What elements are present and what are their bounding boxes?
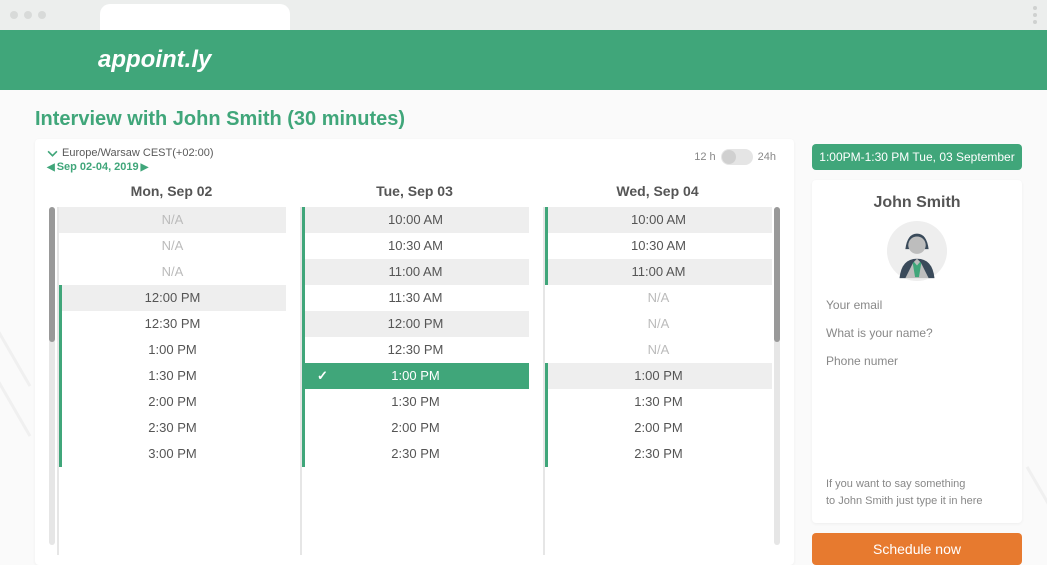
window-dot — [10, 11, 18, 19]
time-slot[interactable]: 2:00 PM — [300, 415, 529, 441]
selection-summary: 1:00PM-1:30 PM Tue, 03 September — [812, 144, 1022, 170]
hour-12-label: 12 h — [694, 151, 715, 163]
time-slot[interactable]: 12:00 PM — [57, 285, 286, 311]
app-logo: appoint.ly — [98, 46, 211, 74]
check-icon: ✓ — [317, 363, 328, 389]
time-slot[interactable]: 2:30 PM — [543, 441, 772, 467]
page-title: Interview with John Smith (30 minutes) — [35, 108, 794, 131]
notes-field[interactable]: If you want to say something to John Smi… — [826, 476, 1008, 509]
time-slot[interactable]: 11:00 AM — [300, 259, 529, 285]
scrollbar-right[interactable] — [774, 207, 780, 545]
time-slot[interactable]: 1:00 PM — [57, 337, 286, 363]
time-slot[interactable]: 1:30 PM — [300, 389, 529, 415]
time-slot-unavailable: N/A — [59, 207, 286, 233]
time-slot[interactable]: 12:00 PM — [300, 311, 529, 337]
host-name: John Smith — [826, 194, 1008, 212]
chevron-down-icon — [47, 148, 58, 159]
time-slot[interactable]: 2:30 PM — [57, 415, 286, 441]
time-slot[interactable]: 1:30 PM — [57, 363, 286, 389]
kebab-menu-icon[interactable] — [1033, 6, 1037, 24]
window-dot — [38, 11, 46, 19]
time-slot-unavailable: N/A — [545, 337, 772, 363]
timezone-selector[interactable]: Europe/Warsaw CEST(+02:00) — [47, 147, 782, 159]
day-column: Tue, Sep 0310:00 AM10:30 AM11:00 AM11:30… — [300, 177, 529, 555]
time-slot[interactable]: 3:00 PM — [57, 441, 286, 467]
email-field[interactable]: Your email — [826, 298, 1008, 312]
host-avatar — [826, 220, 1008, 282]
phone-field[interactable]: Phone numer — [826, 354, 1008, 368]
time-slot[interactable]: 12:30 PM — [57, 311, 286, 337]
schedule-button[interactable]: Schedule now — [812, 533, 1022, 565]
app-header: appoint.ly — [0, 30, 1047, 90]
time-slot-unavailable: N/A — [545, 311, 772, 337]
timezone-label: Europe/Warsaw CEST(+02:00) — [62, 147, 214, 159]
time-slot[interactable]: 1:00 PM — [543, 363, 772, 389]
hour-24-label: 24h — [758, 151, 776, 163]
name-field[interactable]: What is your name? — [826, 326, 1008, 340]
day-column: Wed, Sep 0410:00 AM10:30 AM11:00 AMN/AN/… — [543, 177, 772, 555]
time-slot-unavailable: N/A — [545, 285, 772, 311]
booking-form: John Smith Your email What is your name?… — [812, 180, 1022, 523]
time-slot[interactable]: 10:30 AM — [300, 233, 529, 259]
browser-chrome — [0, 0, 1047, 30]
time-slot-unavailable: N/A — [59, 259, 286, 285]
time-slot-unavailable: N/A — [59, 233, 286, 259]
time-slot[interactable]: 10:00 AM — [543, 207, 772, 233]
time-slot[interactable]: 2:30 PM — [300, 441, 529, 467]
window-dot — [24, 11, 32, 19]
day-header: Wed, Sep 04 — [543, 177, 772, 207]
time-slot[interactable]: ✓1:00 PM — [300, 363, 529, 389]
time-slot[interactable]: 11:00 AM — [543, 259, 772, 285]
next-week-icon[interactable]: ▶ — [141, 162, 149, 173]
hour-format-toggle[interactable] — [721, 149, 753, 165]
avatar-icon — [886, 220, 948, 282]
scrollbar-left[interactable] — [49, 207, 55, 545]
time-slot[interactable]: 10:30 AM — [543, 233, 772, 259]
time-slot[interactable]: 11:30 AM — [300, 285, 529, 311]
day-column: Mon, Sep 02N/AN/AN/A12:00 PM12:30 PM1:00… — [57, 177, 286, 555]
time-slot[interactable]: 12:30 PM — [300, 337, 529, 363]
time-slot[interactable]: 2:00 PM — [543, 415, 772, 441]
time-slot[interactable]: 2:00 PM — [57, 389, 286, 415]
time-slot[interactable]: 1:30 PM — [543, 389, 772, 415]
date-range-nav: ◀ Sep 02-04, 2019 ▶ — [47, 161, 782, 173]
prev-week-icon[interactable]: ◀ — [47, 162, 55, 173]
schedule-card: Europe/Warsaw CEST(+02:00) ◀ Sep 02-04, … — [35, 139, 794, 565]
browser-tab[interactable] — [100, 4, 290, 30]
time-slot[interactable]: 10:00 AM — [300, 207, 529, 233]
day-header: Mon, Sep 02 — [57, 177, 286, 207]
day-header: Tue, Sep 03 — [300, 177, 529, 207]
date-range-label: Sep 02-04, 2019 — [57, 161, 139, 173]
